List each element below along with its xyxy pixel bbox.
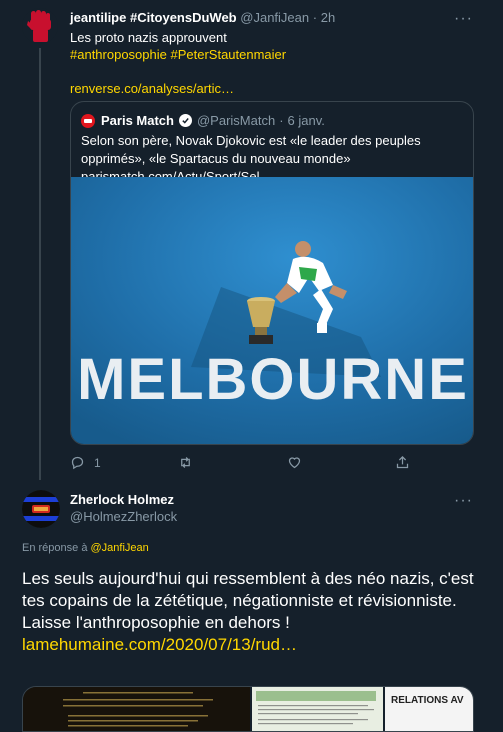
reply-button[interactable]: 1 <box>70 455 101 470</box>
tweet-text-line: Laisse l'anthroposophie en dehors ! <box>22 613 290 632</box>
reply-icon <box>71 456 84 470</box>
tweet-url-link[interactable]: renverse.co/analyses/artic… <box>70 80 286 97</box>
media-image[interactable]: RELATIONS AV <box>383 687 473 731</box>
share-button[interactable] <box>395 455 410 470</box>
quoted-date: 6 janv. <box>287 113 325 128</box>
tweet-text: Les proto nazis approuvent #anthroposoph… <box>70 29 286 97</box>
more-icon[interactable]: ··· <box>454 10 473 28</box>
avatar[interactable] <box>22 8 58 44</box>
media-image[interactable] <box>23 687 250 731</box>
author-name[interactable]: Zherlock Holmez <box>70 492 174 507</box>
separator-dot: · <box>312 10 318 25</box>
author-handle[interactable]: @HolmezZherlock <box>70 509 177 524</box>
tweet-actions: 1 <box>70 455 410 471</box>
hashtag-link[interactable]: #PeterStautenmaier <box>170 47 286 62</box>
quoted-author-name: Paris Match <box>101 113 174 128</box>
author-handle[interactable]: @JanfiJean <box>240 10 309 25</box>
reply-context: En réponse à @JanfiJean <box>22 542 149 554</box>
quoted-tweet-header: Paris Match @ParisMatch · 6 janv. <box>81 113 325 128</box>
raised-fist-icon <box>22 8 58 44</box>
tweet-media[interactable]: RELATIONS AV <box>22 686 474 732</box>
paris-match-logo <box>81 113 95 128</box>
share-icon <box>396 455 409 469</box>
melbourne-text: MELBOURNE <box>77 347 469 412</box>
retweet-button[interactable] <box>178 455 202 470</box>
separator-dot: · <box>279 113 284 128</box>
tweet-header: jeantilipe #CitoyensDuWeb @JanfiJean · 2… <box>70 10 335 25</box>
verified-icon <box>178 114 192 127</box>
more-icon[interactable]: ··· <box>454 492 473 510</box>
tweet-text-line: Les proto nazis approuvent <box>70 30 227 45</box>
reply-prefix: En réponse à <box>22 542 88 554</box>
media-caption: RELATIONS AV <box>391 695 464 706</box>
tweet-text: Les seuls aujourd'hui qui ressemblent à … <box>22 568 492 656</box>
tweet-text-line: Les seuls aujourd'hui qui ressemblent à … <box>22 569 474 610</box>
mention-link[interactable]: @JanfiJean <box>91 542 149 554</box>
quoted-tweet-image[interactable]: MELBOURNE <box>71 177 473 444</box>
avatar[interactable] <box>22 490 60 528</box>
author-name[interactable]: jeantilipe #CitoyensDuWeb <box>70 10 237 25</box>
tweet-url-link[interactable]: lamehumaine.com/2020/07/13/rud… <box>22 634 492 656</box>
retweet-icon <box>181 457 190 468</box>
quoted-tweet[interactable]: Paris Match @ParisMatch · 6 janv. Selon … <box>70 101 474 445</box>
like-button[interactable] <box>287 455 311 470</box>
media-image[interactable] <box>250 687 383 731</box>
avatar-image <box>22 490 60 528</box>
reply-count: 1 <box>94 455 101 470</box>
quoted-author-handle: @ParisMatch <box>196 113 276 128</box>
hashtag-link[interactable]: #anthroposophie <box>70 47 167 62</box>
tweet-time[interactable]: 2h <box>321 10 335 25</box>
like-icon <box>288 457 301 469</box>
thread-line <box>39 48 41 480</box>
